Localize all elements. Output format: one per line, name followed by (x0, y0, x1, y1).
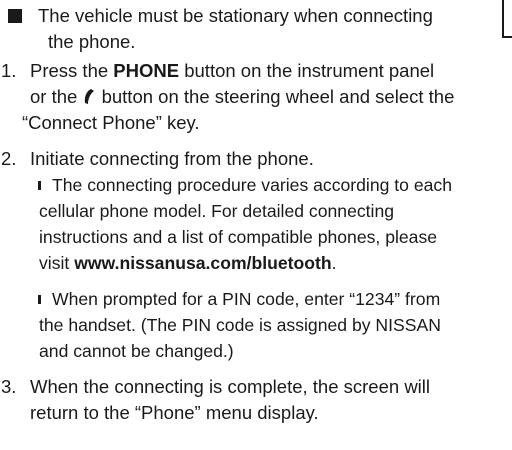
dash-bullet-icon (38, 295, 41, 304)
sub-item-procedure: The connecting procedure varies accordin… (38, 172, 512, 276)
step-1-line-2: or the button on the steering wheel and … (30, 84, 512, 110)
website-link[interactable]: www.nissanusa.com/bluetooth (74, 253, 331, 273)
manual-page: The vehicle must be stationary when conn… (0, 0, 512, 450)
step-3-line-1: When the connecting is complete, the scr… (30, 376, 431, 397)
corner-bracket (502, 0, 512, 38)
step-2: 2. Initiate connecting from the phone. T… (0, 146, 512, 364)
sub-1-line-1: The connecting procedure varies accordin… (52, 175, 453, 195)
step-number: 3. (1, 376, 17, 397)
sub-2-line-2: the handset. (The PIN code is assigned b… (39, 315, 441, 335)
note-line-1: The vehicle must be stationary when conn… (38, 5, 433, 26)
sub-item-pin: When prompted for a PIN code, enter “123… (38, 286, 512, 364)
step-3: 3. When the connecting is complete, the … (0, 374, 512, 426)
text: visit (39, 253, 75, 273)
step-body: When the connecting is complete, the scr… (30, 374, 512, 426)
phone-button-name: PHONE (113, 60, 180, 81)
step-body: Initiate connecting from the phone. (30, 146, 512, 172)
text: button on the instrument panel (179, 60, 435, 81)
step-number: 1. (1, 60, 17, 81)
step-number: 2. (1, 148, 17, 169)
step-1-line-3: “Connect Phone” key. (22, 112, 200, 133)
phone-handset-icon (85, 89, 95, 104)
step-body: Press the PHONE button on the instrument… (22, 58, 512, 136)
dash-bullet-icon (38, 181, 41, 190)
step-1: 1. Press the PHONE button on the instrum… (0, 58, 512, 136)
text: or the (30, 86, 83, 107)
text: Press the (30, 60, 114, 81)
text: button on the steering wheel and select … (96, 86, 455, 107)
steps-list: 1. Press the PHONE button on the instrum… (0, 58, 512, 426)
note-text: The vehicle must be stationary when conn… (8, 3, 478, 55)
sub-1-line-3: instructions and a list of compatible ph… (39, 227, 438, 247)
step-3-line-2: return to the “Phone” menu display. (30, 402, 319, 423)
text: . (331, 253, 337, 273)
step-1-line-1: Press the PHONE button on the instrument… (30, 58, 512, 84)
note-line-2: the phone. (48, 31, 136, 52)
sub-2-line-1: When prompted for a PIN code, enter “123… (52, 289, 441, 309)
sub-2-line-3: and cannot be changed.) (39, 341, 234, 361)
step-2-line-1: Initiate connecting from the phone. (30, 148, 314, 169)
stationary-note: The vehicle must be stationary when conn… (8, 3, 478, 55)
sub-1-line-2: cellular phone model. For detailed conne… (39, 201, 395, 221)
sub-1-line-4: visit www.nissanusa.com/bluetooth. (39, 250, 512, 276)
square-bullet-icon (8, 9, 22, 23)
